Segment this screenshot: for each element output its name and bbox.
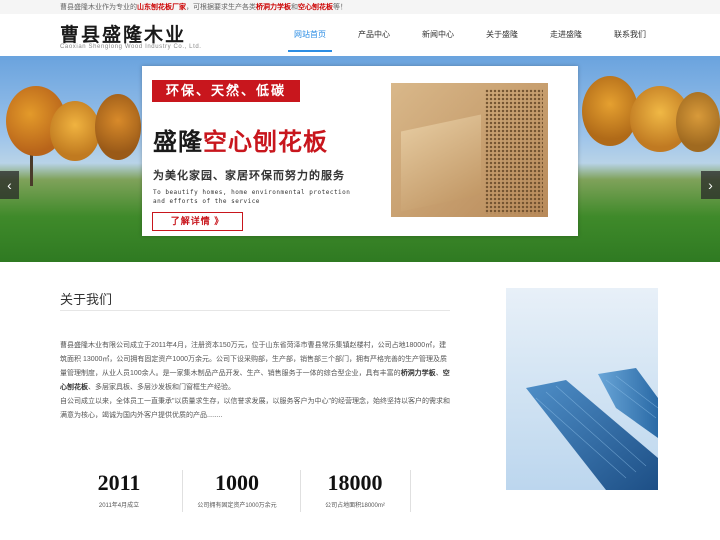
notice-prefix: 曹县盛隆木业作为专业的 xyxy=(60,4,137,11)
building-image xyxy=(506,288,658,490)
stat-number: 18000 xyxy=(327,470,383,495)
slider-prev-button[interactable]: ‹ xyxy=(0,171,19,199)
stat-caption: 2011年4月成立 xyxy=(98,503,140,509)
stat-assets: 1000 公司拥有固定资产1000万余元 xyxy=(182,470,292,509)
learn-more-button[interactable]: 了解详情 》 xyxy=(152,212,243,231)
banner-tag: 环保、天然、低碳 xyxy=(152,80,300,102)
product-board-image xyxy=(391,83,548,217)
chevron-right-icon: › xyxy=(708,177,713,193)
tree-foliage xyxy=(50,101,100,161)
nav-item-contact[interactable]: 联系我们 xyxy=(598,14,662,56)
stat-founded: 2011 2011年4月成立 xyxy=(64,470,174,509)
banner-headline: 盛隆空心刨花板 xyxy=(153,122,328,157)
building-graphic xyxy=(526,368,658,490)
nav-item-home[interactable]: 网站首页 xyxy=(278,14,342,56)
notice-and: 和 xyxy=(291,4,298,11)
stat-area: 18000 公司占地面积18000m² xyxy=(300,470,410,509)
about-paragraph-1-end: 、多层家具板、多层沙发板和门窗框生产经验。 xyxy=(88,384,235,391)
nav-item-news[interactable]: 新闻中心 xyxy=(406,14,470,56)
stat-caption: 公司占地面积18000m² xyxy=(325,503,385,509)
headline-brand: 盛隆 xyxy=(153,129,203,156)
logo-subtitle: Caoxian Shenglong Wood Industry Co., Ltd… xyxy=(60,44,202,50)
stat-caption: 公司拥有固定资产1000万余元 xyxy=(197,503,277,509)
about-paragraph-2: 自公司成立以来，全体员工一直秉承"以质量求生存，以信誉求发展，以服务客户为中心"… xyxy=(60,398,450,419)
tree-foliage xyxy=(95,94,141,160)
tree-foliage xyxy=(676,92,720,152)
main-nav: 网站首页 产品中心 新闻中心 关于盛隆 走进盛隆 联系我们 xyxy=(278,14,662,56)
notice-highlight-3: 空心刨花板 xyxy=(298,4,333,11)
banner-english-line: To beautify homes, home environmental pr… xyxy=(153,189,351,205)
top-notice-text: 曹县盛隆木业作为专业的山东刨花板厂家，可根据要求生产各类桥洞力学板和空心刨花板等… xyxy=(60,2,347,12)
about-paragraph-1: 曹县盛隆木业有限公司成立于2011年4月，注册资本150万元，位于山东省菏泽市曹… xyxy=(60,342,447,377)
about-highlight-1: 桥洞力学板 xyxy=(400,370,436,377)
nav-item-products[interactable]: 产品中心 xyxy=(342,14,406,56)
about-divider xyxy=(60,310,450,311)
stat-number: 1000 xyxy=(215,470,259,495)
banner-subline: 为美化家园、家居环保而努力的服务 xyxy=(153,170,345,182)
slider-next-button[interactable]: › xyxy=(701,171,720,199)
nav-item-visit[interactable]: 走进盛隆 xyxy=(534,14,598,56)
about-title: 关于我们 xyxy=(60,292,113,307)
stat-divider xyxy=(410,470,411,512)
headline-product: 空心刨花板 xyxy=(203,129,328,156)
notice-mid: ，可根据要求生产各类 xyxy=(186,4,256,11)
logo[interactable]: 曹县盛隆木业 xyxy=(60,20,186,47)
nav-item-about[interactable]: 关于盛隆 xyxy=(470,14,534,56)
notice-highlight-2: 桥洞力学板 xyxy=(256,4,291,11)
board-hollow-holes xyxy=(485,89,543,214)
notice-suffix: 等！ xyxy=(333,4,347,11)
tree-foliage xyxy=(582,76,638,146)
notice-highlight-1: 山东刨花板厂家 xyxy=(137,4,186,11)
stat-number: 2011 xyxy=(97,470,141,495)
top-notice-bar: 曹县盛隆木业作为专业的山东刨花板厂家，可根据要求生产各类桥洞力学板和空心刨花板等… xyxy=(0,0,720,14)
chevron-left-icon: ‹ xyxy=(7,177,12,193)
about-text: 曹县盛隆木业有限公司成立于2011年4月，注册资本150万元，位于山东省菏泽市曹… xyxy=(60,339,452,423)
board-surface xyxy=(401,114,481,212)
site-header: 曹县盛隆木业 Caoxian Shenglong Wood Industry C… xyxy=(0,14,720,56)
about-separator: 、 xyxy=(435,370,443,377)
